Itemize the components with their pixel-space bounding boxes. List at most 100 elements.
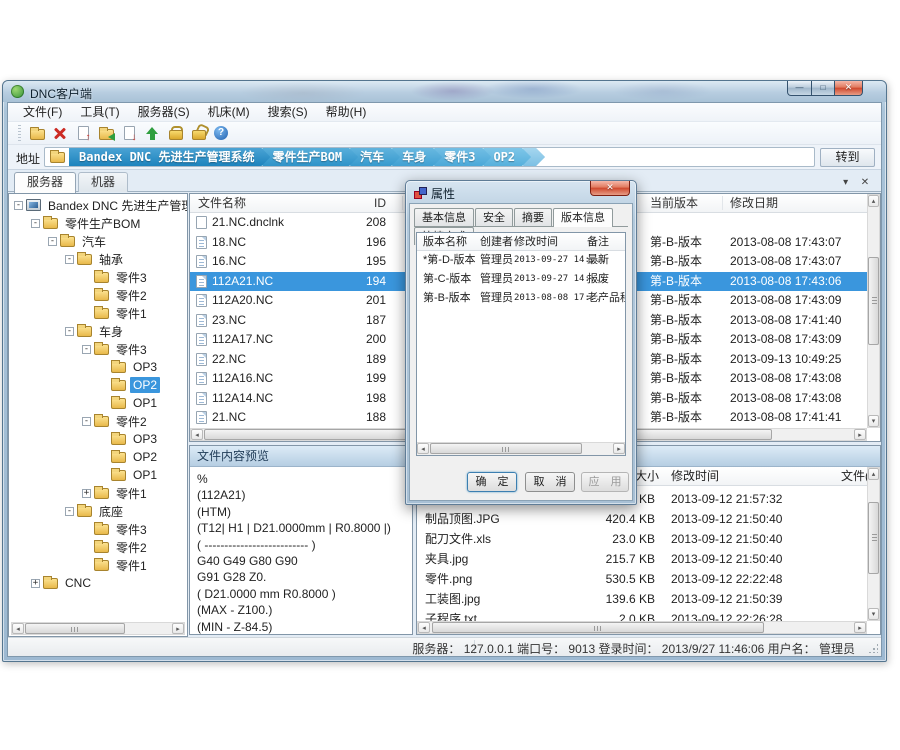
tree-item-2[interactable]: -汽车 xyxy=(9,232,187,250)
tree-item-13[interactable]: OP3 xyxy=(9,430,187,448)
tree-expander-icon[interactable]: - xyxy=(31,219,40,228)
scroll-down-icon[interactable]: ▾ xyxy=(868,415,879,427)
title-bar[interactable] xyxy=(3,81,886,102)
scroll-left-icon[interactable]: ◂ xyxy=(417,443,429,454)
scroll-thumb[interactable] xyxy=(430,443,582,454)
send-folder-button[interactable] xyxy=(95,123,117,143)
tab-machine[interactable]: 机器 xyxy=(78,172,128,192)
version-row[interactable]: *第-D-版本管理员2013-09-27 14:...最新 xyxy=(417,251,625,270)
ok-button[interactable]: 确 定 xyxy=(467,472,517,492)
dialog-tab[interactable]: 版本信息 xyxy=(553,208,613,227)
upload-button[interactable] xyxy=(141,123,163,143)
cancel-button[interactable]: 取 消 xyxy=(525,472,575,492)
dialog-close-button[interactable]: ✕ xyxy=(590,181,630,196)
unlock-button[interactable] xyxy=(187,123,209,143)
tree-item-4[interactable]: 零件3 xyxy=(9,268,187,286)
close-button[interactable]: ✕ xyxy=(835,81,863,96)
breadcrumb-segment[interactable]: 零件3 xyxy=(434,148,491,166)
tree-item-11[interactable]: OP1 xyxy=(9,394,187,412)
tree-item-1[interactable]: -零件生产BOM xyxy=(9,214,187,232)
checkin-file-button[interactable] xyxy=(72,123,94,143)
tree-item-5[interactable]: 零件2 xyxy=(9,286,187,304)
tree-item-16[interactable]: +零件1 xyxy=(9,484,187,502)
scroll-up-icon[interactable]: ▴ xyxy=(868,468,879,480)
attachment-row[interactable]: 配刀文件.xls23.0 KB2013-09-12 21:50:40 xyxy=(417,529,867,549)
tree-expander-icon[interactable]: - xyxy=(48,237,57,246)
scroll-thumb[interactable] xyxy=(432,622,764,633)
tree-item-7[interactable]: -车身 xyxy=(9,322,187,340)
file-list-v-scrollbar[interactable]: ▴▾ xyxy=(867,194,880,428)
attachment-row[interactable]: 零件.png530.5 KB2013-09-12 22:22:48 xyxy=(417,569,867,589)
column-header-size[interactable]: 大小 xyxy=(635,467,659,485)
tree-item-15[interactable]: OP1 xyxy=(9,466,187,484)
tree-expander-icon[interactable]: - xyxy=(82,345,91,354)
tree-item-18[interactable]: 零件3 xyxy=(9,520,187,538)
tree-item-10[interactable]: OP2 xyxy=(9,376,187,394)
scroll-thumb[interactable] xyxy=(25,623,125,634)
attachments-v-scrollbar[interactable]: ▴▾ xyxy=(867,467,880,621)
column-header-name[interactable]: 文件名称 xyxy=(198,194,246,212)
scroll-up-icon[interactable]: ▴ xyxy=(868,195,879,207)
scroll-right-icon[interactable]: ▸ xyxy=(854,429,866,440)
column-header-date[interactable]: 修改日期 xyxy=(730,194,778,212)
column-header-time[interactable]: 修改时间 xyxy=(671,467,719,485)
scroll-right-icon[interactable]: ▸ xyxy=(854,622,866,633)
maximize-button[interactable]: □ xyxy=(812,81,835,96)
breadcrumb-segment[interactable]: 零件生产BOM xyxy=(262,148,358,166)
tree-item-6[interactable]: 零件1 xyxy=(9,304,187,322)
column-header-creator[interactable]: 创建者 xyxy=(480,233,513,251)
scroll-right-icon[interactable]: ▸ xyxy=(172,623,184,634)
tree-item-3[interactable]: -轴承 xyxy=(9,250,187,268)
menu-item[interactable]: 帮助(H) xyxy=(317,103,376,121)
help-button[interactable]: ? xyxy=(210,123,232,143)
lock-button[interactable] xyxy=(164,123,186,143)
attachments-h-scrollbar[interactable]: ◂▸ xyxy=(417,621,867,634)
tree-item-21[interactable]: +CNC xyxy=(9,574,187,592)
panel-dropdown-icon[interactable]: ▾ xyxy=(838,177,854,188)
attachment-row[interactable]: 制品顶图.JPG420.4 KB2013-09-12 21:50:40 xyxy=(417,509,867,529)
attachment-row[interactable]: 子程序.txt2.0 KB2013-09-12 22:26:28 xyxy=(417,609,867,621)
tree-expander-icon[interactable]: + xyxy=(31,579,40,588)
tab-server[interactable]: 服务器 xyxy=(14,172,76,193)
tree-expander-icon[interactable]: + xyxy=(82,489,91,498)
tree-item-9[interactable]: OP3 xyxy=(9,358,187,376)
column-header-version-name[interactable]: 版本名称 xyxy=(423,233,467,251)
breadcrumb-segment[interactable]: Bandex DNC 先进生产管理系统 xyxy=(69,148,270,166)
tree-expander-icon[interactable]: - xyxy=(65,507,74,516)
column-header-remark[interactable]: 备注 xyxy=(587,233,609,251)
tree-item-17[interactable]: -底座 xyxy=(9,502,187,520)
menu-item[interactable]: 服务器(S) xyxy=(129,103,199,121)
scroll-right-icon[interactable]: ▸ xyxy=(613,443,625,454)
dialog-tab[interactable]: 安全 xyxy=(475,208,513,226)
scroll-left-icon[interactable]: ◂ xyxy=(418,622,430,633)
scroll-thumb[interactable] xyxy=(868,502,879,574)
minimize-button[interactable]: — xyxy=(787,81,812,96)
tree-h-scrollbar[interactable]: ◂▸ xyxy=(11,622,185,635)
dialog-tab[interactable]: 基本信息 xyxy=(414,208,474,226)
tree-expander-icon[interactable]: - xyxy=(65,327,74,336)
tree-item-14[interactable]: OP2 xyxy=(9,448,187,466)
menu-item[interactable]: 搜索(S) xyxy=(259,103,317,121)
tree-item-8[interactable]: -零件3 xyxy=(9,340,187,358)
column-header-id[interactable]: ID xyxy=(340,194,386,212)
tree-expander-icon[interactable]: - xyxy=(14,201,23,210)
dialog-tab[interactable]: 摘要 xyxy=(514,208,552,226)
column-header-version[interactable]: 当前版本 xyxy=(650,194,698,212)
dialog-h-scrollbar[interactable]: ◂▸ xyxy=(417,442,625,455)
column-header-file[interactable]: 文件(&F) xyxy=(841,467,867,485)
go-button[interactable]: 转到 xyxy=(820,148,875,167)
menu-item[interactable]: 机床(M) xyxy=(199,103,259,121)
panel-close-icon[interactable]: ✕ xyxy=(857,177,873,188)
version-row[interactable]: 第-C-版本管理员2013-09-27 14:...报废 xyxy=(417,270,625,289)
scroll-left-icon[interactable]: ◂ xyxy=(191,429,203,440)
column-header-modified[interactable]: 修改时间 xyxy=(514,233,558,251)
scroll-down-icon[interactable]: ▾ xyxy=(868,608,879,620)
menu-item[interactable]: 工具(T) xyxy=(71,103,128,121)
tree-expander-icon[interactable]: - xyxy=(65,255,74,264)
tree-item-0[interactable]: -Bandex DNC 先进生产管理系统 xyxy=(9,196,187,214)
menu-item[interactable]: 文件(F) xyxy=(14,103,71,121)
resize-grip[interactable] xyxy=(868,643,878,653)
tree-item-19[interactable]: 零件2 xyxy=(9,538,187,556)
version-row[interactable]: 第-B-版本管理员2013-08-08 17:...老产品程序 xyxy=(417,289,625,308)
scroll-thumb[interactable] xyxy=(868,257,879,345)
